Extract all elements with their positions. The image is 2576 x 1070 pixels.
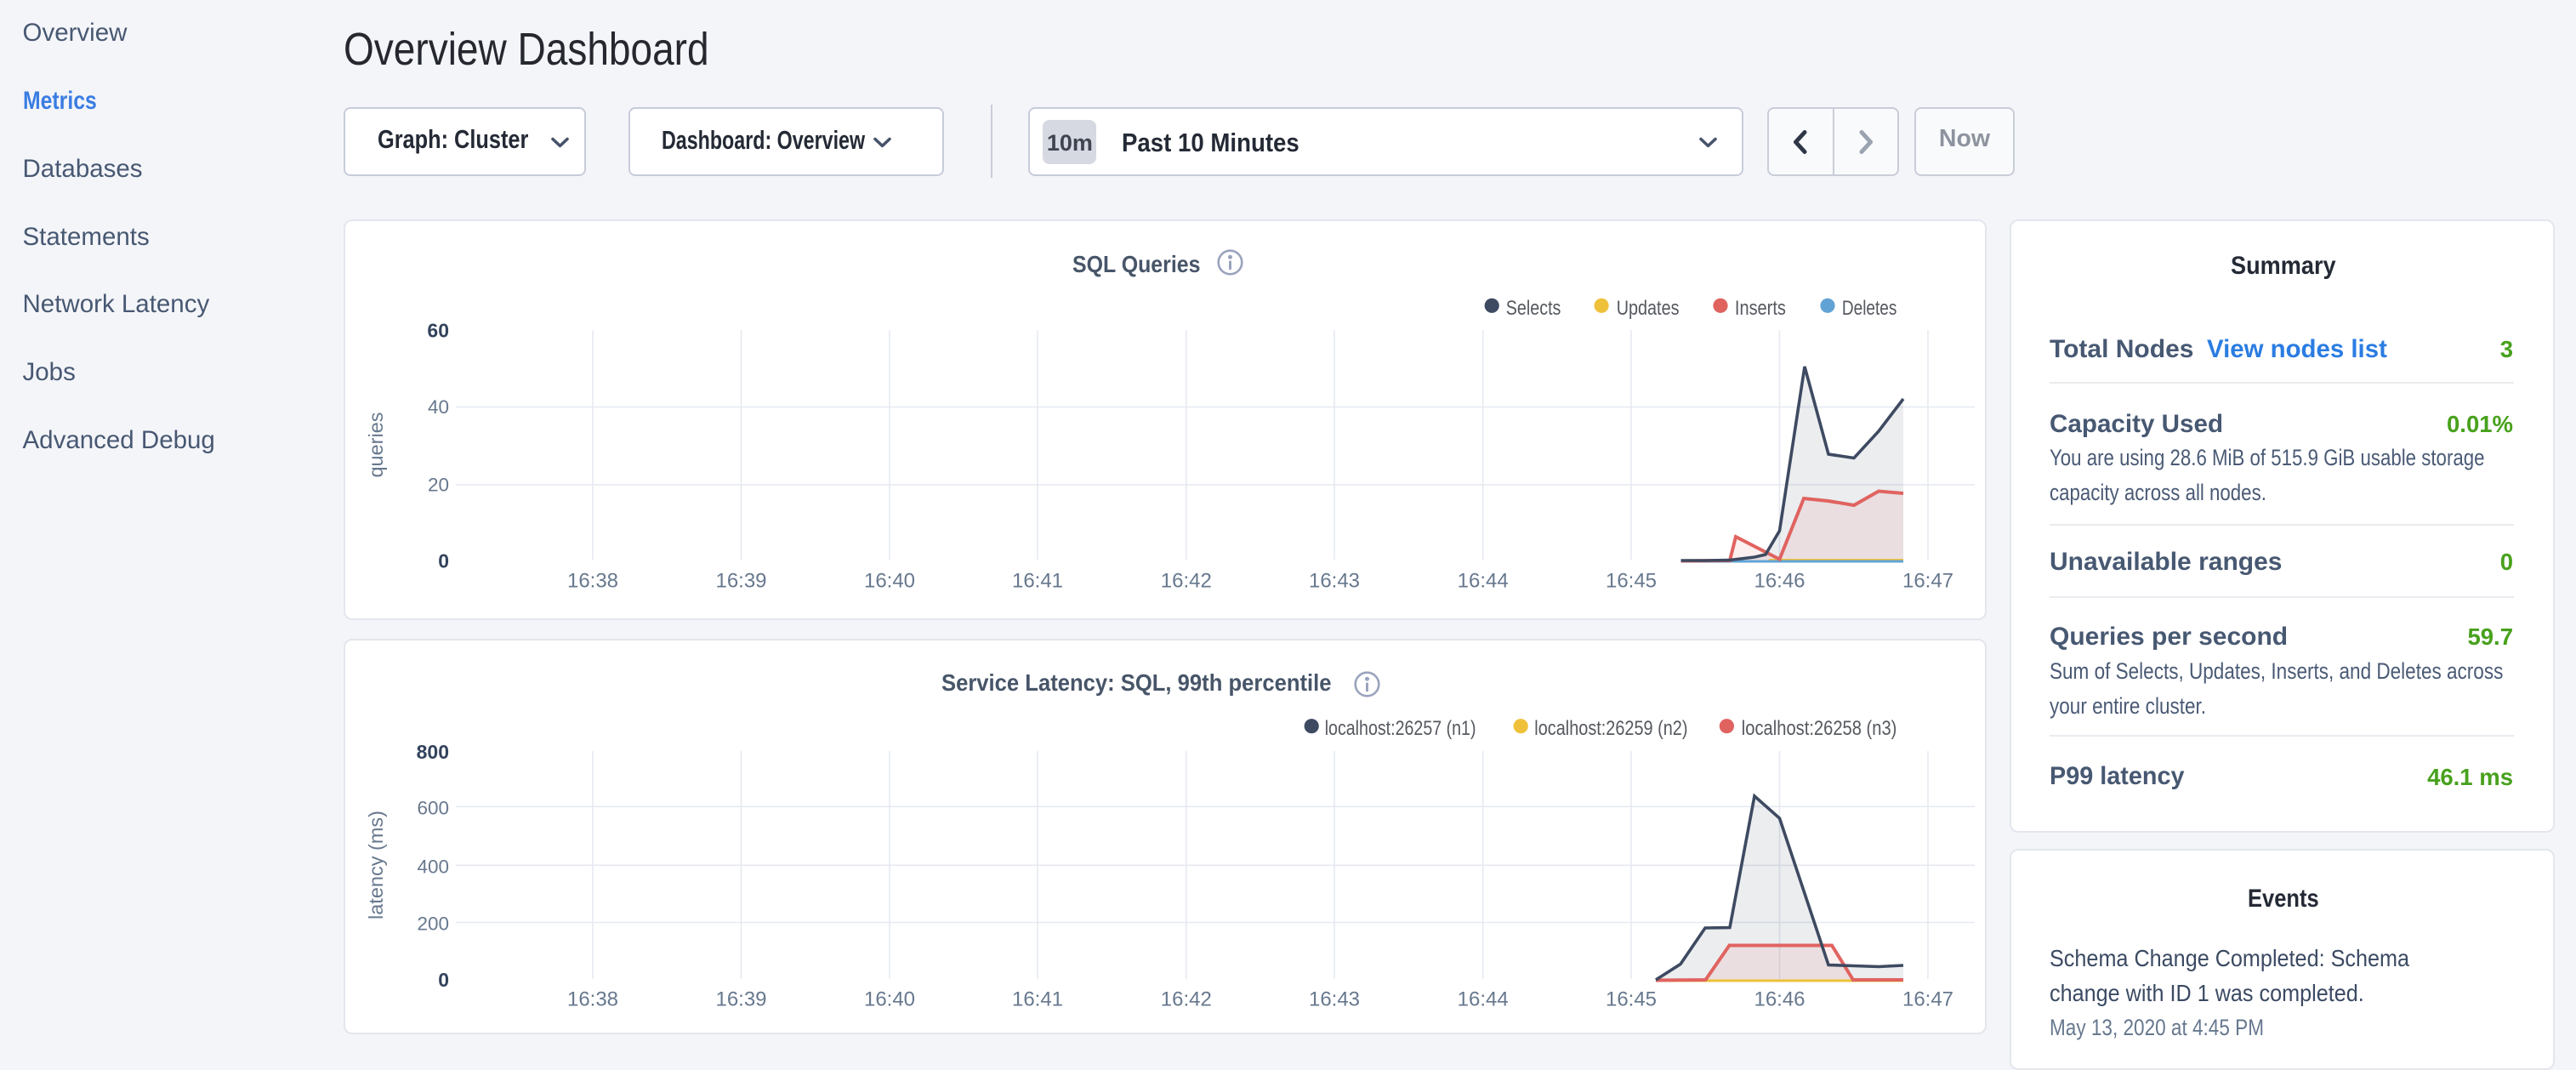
svg-text:0: 0	[438, 969, 449, 991]
svg-text:16:42: 16:42	[1161, 570, 1212, 593]
svg-text:200: 200	[417, 913, 449, 935]
svg-text:localhost:26259 (n2): localhost:26259 (n2)	[1534, 717, 1687, 740]
svg-text:20: 20	[428, 475, 449, 496]
svg-text:40: 40	[428, 396, 449, 418]
svg-text:localhost:26258 (n3): localhost:26258 (n3)	[1742, 717, 1897, 740]
svg-text:Selects: Selects	[1506, 297, 1561, 320]
svg-text:16:41: 16:41	[1012, 570, 1063, 593]
svg-text:16:39: 16:39	[715, 570, 766, 593]
svg-text:16:47: 16:47	[1902, 988, 1953, 1011]
svg-text:queries: queries	[365, 412, 387, 477]
svg-text:Inserts: Inserts	[1735, 297, 1786, 320]
svg-text:16:47: 16:47	[1902, 570, 1953, 593]
svg-text:16:44: 16:44	[1458, 570, 1509, 593]
svg-text:16:39: 16:39	[715, 988, 766, 1011]
svg-text:16:40: 16:40	[864, 570, 915, 593]
svg-text:latency (ms): latency (ms)	[365, 811, 387, 919]
svg-text:16:38: 16:38	[567, 570, 618, 593]
svg-text:16:43: 16:43	[1309, 570, 1360, 593]
svg-text:16:45: 16:45	[1606, 988, 1657, 1011]
svg-text:16:41: 16:41	[1012, 988, 1063, 1011]
svg-text:400: 400	[417, 856, 449, 877]
svg-text:600: 600	[417, 797, 449, 818]
svg-text:16:46: 16:46	[1754, 988, 1805, 1011]
svg-text:localhost:26257 (n1): localhost:26257 (n1)	[1325, 717, 1476, 740]
svg-text:16:45: 16:45	[1606, 570, 1657, 593]
svg-text:Updates: Updates	[1617, 297, 1680, 320]
svg-text:16:46: 16:46	[1754, 570, 1805, 593]
svg-text:60: 60	[427, 320, 449, 342]
svg-text:16:38: 16:38	[567, 988, 618, 1011]
svg-text:800: 800	[417, 741, 449, 763]
svg-text:16:43: 16:43	[1309, 988, 1360, 1011]
svg-text:16:42: 16:42	[1161, 988, 1212, 1011]
svg-text:Deletes: Deletes	[1842, 297, 1897, 320]
svg-text:16:40: 16:40	[864, 988, 915, 1011]
svg-text:16:44: 16:44	[1458, 988, 1509, 1011]
svg-text:0: 0	[438, 550, 449, 572]
